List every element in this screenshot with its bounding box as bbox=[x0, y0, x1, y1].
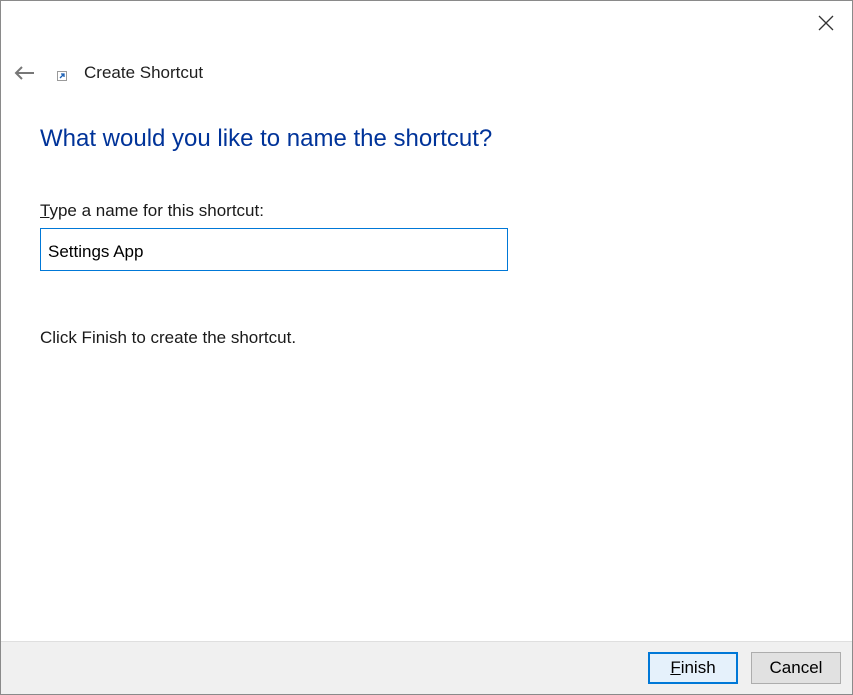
window-title: Create Shortcut bbox=[84, 63, 203, 83]
create-shortcut-dialog: Create Shortcut What would you like to n… bbox=[0, 0, 853, 695]
name-field-label: Type a name for this shortcut: bbox=[40, 201, 264, 221]
close-icon bbox=[818, 15, 834, 31]
arrow-left-icon bbox=[13, 65, 35, 81]
finish-hint: Click Finish to create the shortcut. bbox=[40, 328, 296, 348]
page-heading: What would you like to name the shortcut… bbox=[40, 125, 492, 153]
finish-access-key: F bbox=[670, 658, 680, 678]
finish-button[interactable]: Finish bbox=[648, 652, 738, 684]
cancel-button[interactable]: Cancel bbox=[751, 652, 841, 684]
shortcut-name-input[interactable] bbox=[40, 228, 508, 271]
back-button[interactable] bbox=[11, 60, 37, 86]
finish-label: inish bbox=[681, 658, 716, 678]
shortcut-icon bbox=[55, 69, 69, 83]
button-bar: Finish Cancel bbox=[1, 641, 852, 694]
title-bar: Create Shortcut bbox=[11, 59, 203, 87]
close-button[interactable] bbox=[808, 5, 844, 41]
name-field-label-text: ype a name for this shortcut: bbox=[49, 201, 264, 220]
